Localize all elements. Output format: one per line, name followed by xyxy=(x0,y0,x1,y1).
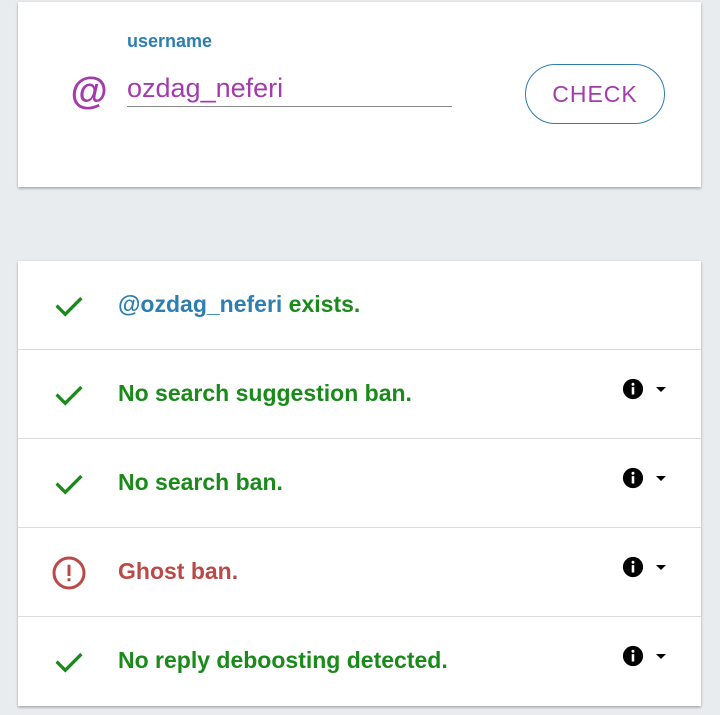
result-text-search-ban: No search ban. xyxy=(118,469,283,495)
caret-down-icon xyxy=(656,476,666,481)
check-icon xyxy=(55,385,83,406)
check-icon xyxy=(55,652,83,673)
username-handle[interactable]: @ozdag_neferi xyxy=(118,291,282,317)
exists-suffix: exists. xyxy=(282,291,361,317)
caret-down-icon xyxy=(656,654,666,659)
username-input[interactable] xyxy=(127,70,452,107)
info-icon xyxy=(622,556,644,578)
result-text-reply-deboosting: No reply deboosting detected. xyxy=(118,647,448,673)
caret-down-icon xyxy=(656,387,666,392)
username-label: username xyxy=(127,31,213,51)
info-toggle-reply-deboosting[interactable] xyxy=(622,643,672,673)
result-text-ghost-ban: Ghost ban. xyxy=(118,558,239,584)
info-icon xyxy=(622,378,644,400)
username-search-card: @ username CHECK xyxy=(18,2,701,187)
result-row-exists: @ozdag_neferi exists. xyxy=(18,261,701,350)
alert-circle-icon xyxy=(52,556,86,590)
at-sign-icon: @ xyxy=(70,71,108,113)
caret-down-icon xyxy=(656,565,666,570)
result-text-search-suggestion-ban: No search suggestion ban. xyxy=(118,380,412,406)
info-toggle-ghost-ban[interactable] xyxy=(622,554,672,584)
result-row-ghost-ban: Ghost ban. xyxy=(18,528,701,617)
check-icon xyxy=(55,474,83,495)
result-row-search-suggestion-ban: No search suggestion ban. xyxy=(18,350,701,439)
check-icon xyxy=(55,296,83,317)
result-text-exists: @ozdag_neferi exists. xyxy=(118,289,360,319)
result-row-search-ban: No search ban. xyxy=(18,439,701,528)
results-card: @ozdag_neferi exists. No search suggesti… xyxy=(18,261,701,706)
info-icon xyxy=(622,645,644,667)
check-button[interactable]: CHECK xyxy=(525,64,665,124)
info-toggle-search-suggestion-ban[interactable] xyxy=(622,376,672,406)
result-row-reply-deboosting: No reply deboosting detected. xyxy=(18,617,701,705)
info-icon xyxy=(622,467,644,489)
info-toggle-search-ban[interactable] xyxy=(622,465,672,495)
